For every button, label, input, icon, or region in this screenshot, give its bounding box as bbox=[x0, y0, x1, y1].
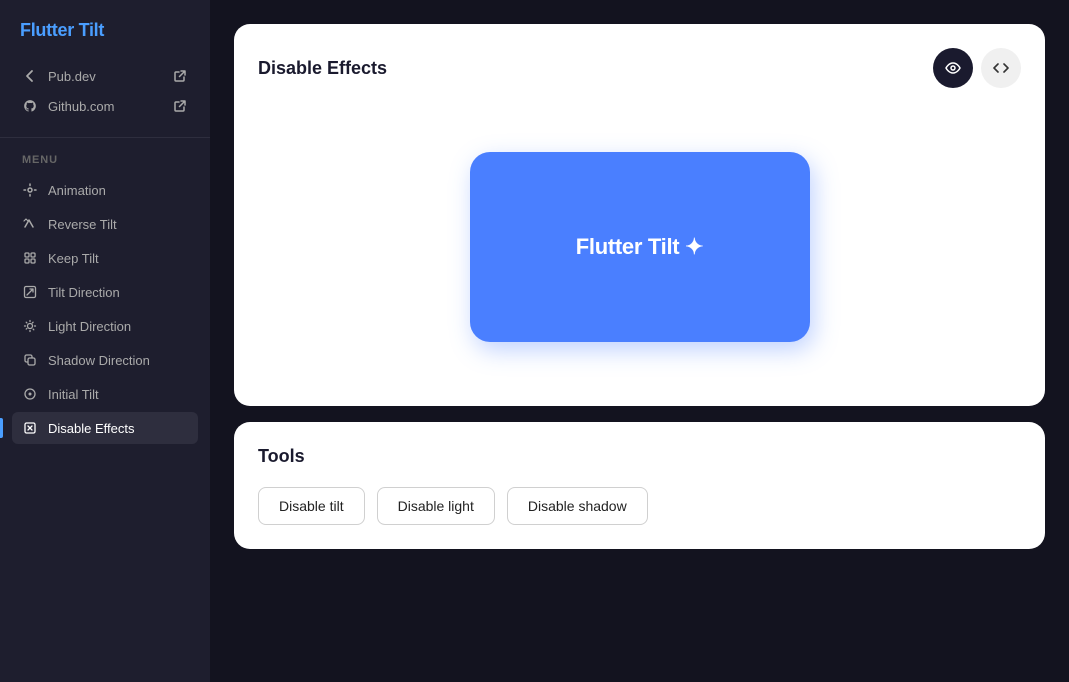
tilt-direction-label: Tilt Direction bbox=[48, 285, 120, 300]
animation-label: Animation bbox=[48, 183, 106, 198]
disable-light-button[interactable]: Disable light bbox=[377, 487, 495, 525]
disable-tilt-button[interactable]: Disable tilt bbox=[258, 487, 365, 525]
initial-tilt-label: Initial Tilt bbox=[48, 387, 99, 402]
logo-rest: lutter Tilt bbox=[31, 20, 104, 40]
github-icon bbox=[22, 98, 38, 114]
sidebar-item-shadow-direction[interactable]: Shadow Direction bbox=[12, 344, 198, 376]
reverse-tilt-icon bbox=[22, 216, 38, 232]
reverse-tilt-label: Reverse Tilt bbox=[48, 217, 117, 232]
disable-effects-label: Disable Effects bbox=[48, 421, 134, 436]
tools-title: Tools bbox=[258, 446, 1021, 467]
github-label: Github.com bbox=[48, 99, 114, 114]
sidebar-item-reverse-tilt[interactable]: Reverse Tilt bbox=[12, 208, 198, 240]
demo-card: Disable Effects bbox=[234, 24, 1045, 406]
main-content: Disable Effects bbox=[210, 0, 1069, 682]
sidebar: Flutter Tilt Pub.dev Github.com bbox=[0, 0, 210, 682]
shadow-direction-label: Shadow Direction bbox=[48, 353, 150, 368]
external-link-icon bbox=[172, 68, 188, 84]
tilt-direction-icon bbox=[22, 284, 38, 300]
flutter-tilt-text: Flutter Tilt ✦ bbox=[576, 234, 704, 260]
keep-tilt-label: Keep Tilt bbox=[48, 251, 99, 266]
sidebar-item-disable-effects[interactable]: Disable Effects bbox=[12, 412, 198, 444]
sidebar-link-github[interactable]: Github.com bbox=[12, 91, 198, 121]
disable-shadow-button[interactable]: Disable shadow bbox=[507, 487, 648, 525]
demo-card-actions bbox=[933, 48, 1021, 88]
logo-highlight: F bbox=[20, 20, 31, 40]
sidebar-item-keep-tilt[interactable]: Keep Tilt bbox=[12, 242, 198, 274]
code-button[interactable] bbox=[981, 48, 1021, 88]
tools-card: Tools Disable tilt Disable light Disable… bbox=[234, 422, 1045, 549]
sidebar-item-light-direction[interactable]: Light Direction bbox=[12, 310, 198, 342]
sidebar-item-animation[interactable]: Animation bbox=[12, 174, 198, 206]
sidebar-item-tilt-direction[interactable]: Tilt Direction bbox=[12, 276, 198, 308]
preview-button[interactable] bbox=[933, 48, 973, 88]
sidebar-section-label: MENU bbox=[0, 154, 210, 174]
eye-icon bbox=[945, 60, 961, 76]
app-logo: Flutter Tilt bbox=[0, 20, 210, 61]
demo-card-title: Disable Effects bbox=[258, 58, 387, 79]
sidebar-external-links: Pub.dev Github.com bbox=[0, 61, 210, 138]
flutter-tilt-box: Flutter Tilt ✦ bbox=[470, 152, 810, 342]
shadow-direction-icon bbox=[22, 352, 38, 368]
demo-card-header: Disable Effects bbox=[258, 48, 1021, 88]
sidebar-nav: Animation Reverse Tilt Keep bbox=[0, 174, 210, 444]
initial-tilt-icon bbox=[22, 386, 38, 402]
sidebar-link-pubdev[interactable]: Pub.dev bbox=[12, 61, 198, 91]
demo-area: Flutter Tilt ✦ bbox=[258, 112, 1021, 382]
keep-tilt-icon bbox=[22, 250, 38, 266]
tools-buttons-group: Disable tilt Disable light Disable shado… bbox=[258, 487, 1021, 525]
arrow-left-icon bbox=[22, 68, 38, 84]
external-link-icon-2 bbox=[172, 98, 188, 114]
light-direction-label: Light Direction bbox=[48, 319, 131, 334]
code-icon bbox=[993, 60, 1009, 76]
animation-icon bbox=[22, 182, 38, 198]
sidebar-item-initial-tilt[interactable]: Initial Tilt bbox=[12, 378, 198, 410]
disable-effects-icon bbox=[22, 420, 38, 436]
pubdev-label: Pub.dev bbox=[48, 69, 96, 84]
light-direction-icon bbox=[22, 318, 38, 334]
